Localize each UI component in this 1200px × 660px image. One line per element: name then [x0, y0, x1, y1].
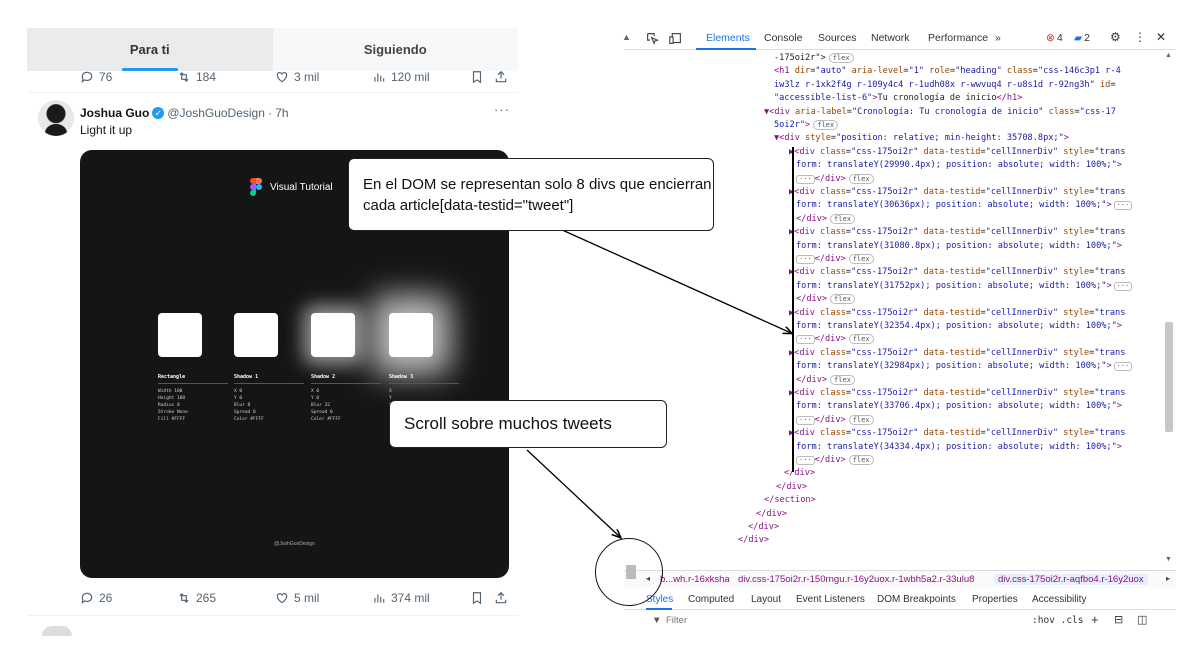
page-scrollbar-thumb[interactable] — [626, 565, 636, 579]
arrow-to-scrollbar — [526, 449, 620, 537]
screenshot: Para ti Siguiendo 76 184 3 mil 120 mil J… — [0, 0, 1200, 660]
arrow-to-dom-divs — [559, 228, 791, 333]
annotation-text: Scroll sobre muchos tweets — [404, 414, 612, 433]
annotation-scroll-note: Scroll sobre muchos tweets — [389, 400, 667, 448]
annotation-dom-note: En el DOM se representan solo 8 divs que… — [348, 158, 714, 231]
annotation-text: En el DOM se representan solo 8 divs que… — [363, 176, 712, 214]
